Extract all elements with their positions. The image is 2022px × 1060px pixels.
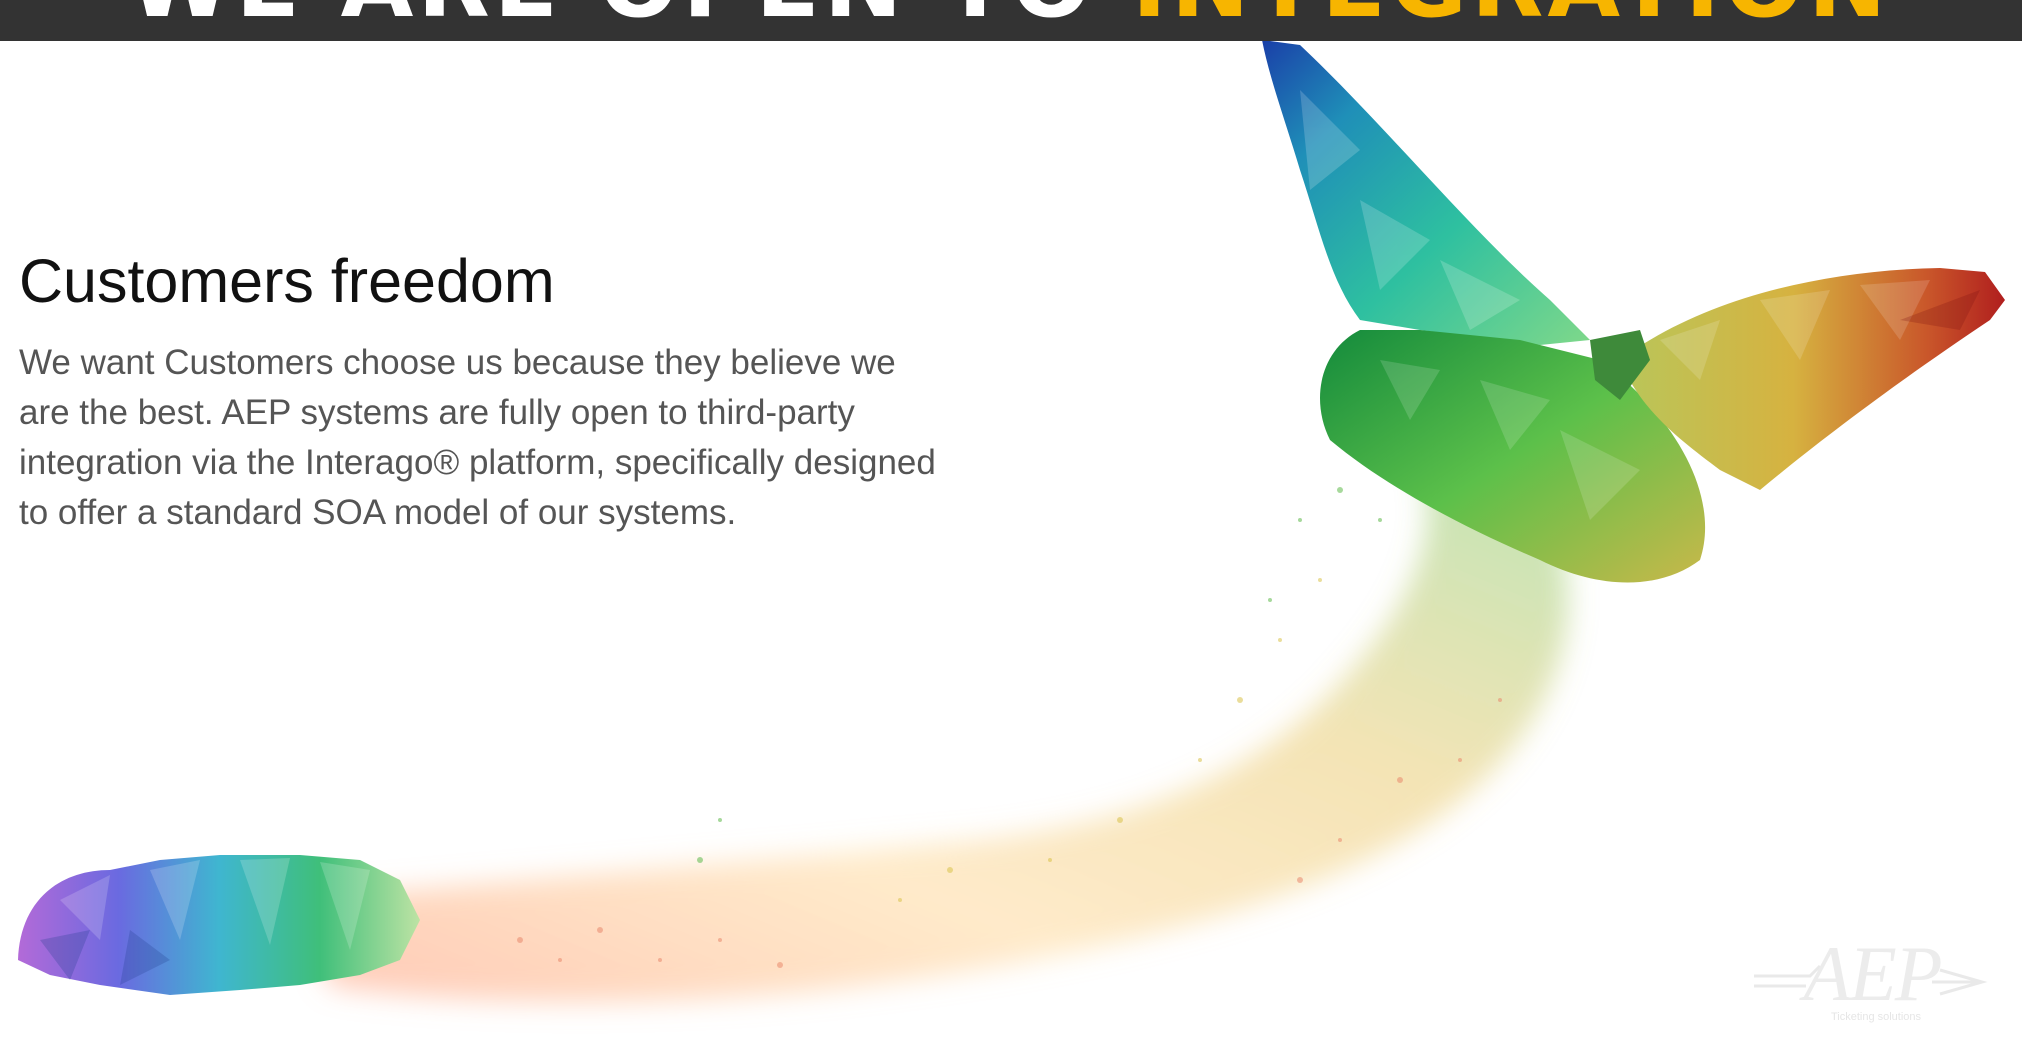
banner-heading-accent: INTEGRATION [1132, 0, 1891, 39]
top-banner: WE ARE OPEN TO INTEGRATION [0, 0, 2022, 41]
banner-heading: WE ARE OPEN TO INTEGRATION [128, 0, 1891, 32]
banner-heading-white: WE ARE OPEN TO [128, 0, 1132, 39]
svg-text:AEP: AEP [1799, 930, 1941, 1017]
main-content: Customers freedom We want Customers choo… [19, 246, 959, 538]
section-title: Customers freedom [19, 247, 555, 315]
svg-text:Ticketing solutions: Ticketing solutions [1831, 1011, 1922, 1023]
section-body: We want Customers choose us because they… [19, 343, 936, 533]
page: WE ARE OPEN TO INTEGRATION Customers fre… [0, 0, 2022, 1060]
aep-logo-icon: AEP Ticketing solutions [1754, 930, 1988, 1023]
